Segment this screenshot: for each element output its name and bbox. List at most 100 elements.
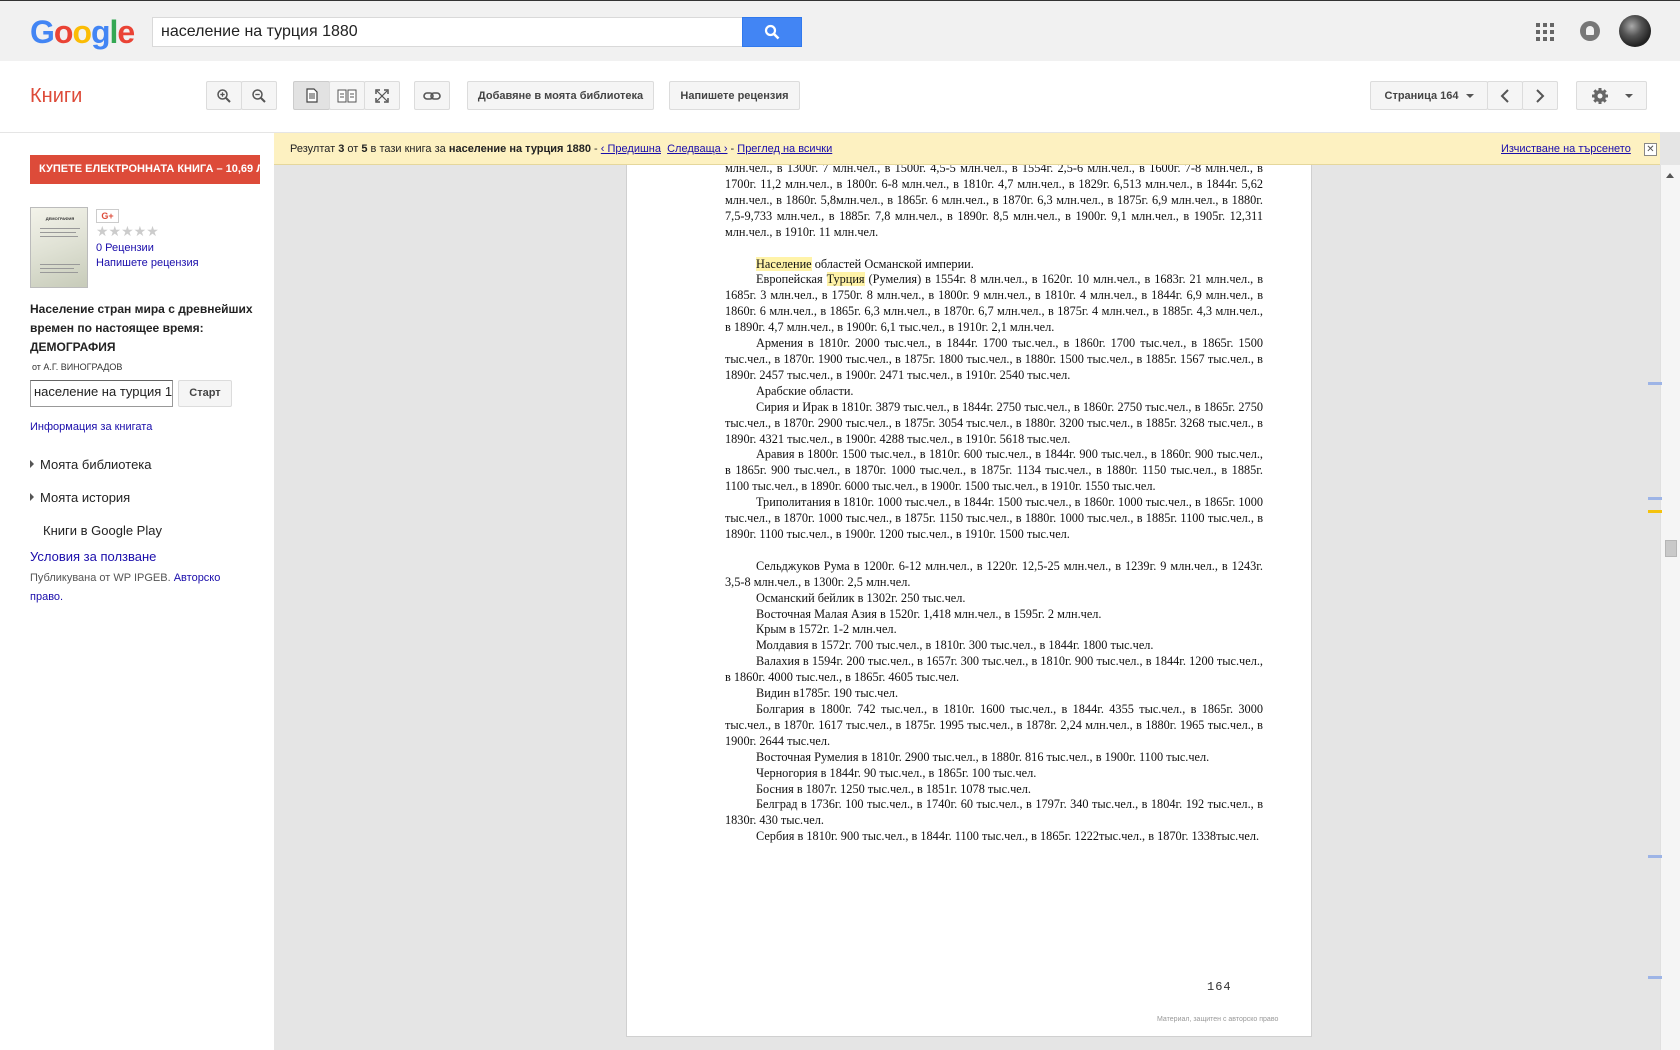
logo-letter: o [72, 14, 92, 50]
page-paragraph: Видин в1785г. 190 тыс.чел. [756, 686, 899, 701]
start-search-button[interactable]: Старт [178, 380, 232, 407]
search-hit-marker[interactable] [1648, 497, 1662, 500]
book-viewer: млн.чел., в 1300г. 7 млн.чел., в 1500г. … [274, 133, 1680, 1050]
page-paragraph: Сирия и Ирак в 1810г. 3879 тыс.чел., в 1… [725, 399, 1263, 446]
vertical-scrollbar[interactable] [1660, 165, 1680, 1050]
search-hit-marker[interactable] [1648, 382, 1662, 385]
prev-page-icon [1500, 88, 1509, 103]
clear-search-link[interactable]: Изчистване на търсенето [1501, 143, 1631, 155]
write-review-link[interactable]: Напишете рецензия [96, 257, 199, 269]
search-highlight: Население [756, 256, 812, 271]
bell-icon[interactable] [1580, 21, 1600, 41]
two-page-view-button[interactable] [329, 81, 365, 110]
search-hit-marker[interactable] [1648, 855, 1662, 858]
page-paragraph: Триполитания в 1810г. 1000 тыс.чел., в 1… [725, 495, 1263, 541]
page-paragraph: Аравия в 1800г. 1500 тыс.чел., в 1810г. … [725, 447, 1263, 494]
search-result-bar: Резултат 3 от 5 в тази книга за населени… [274, 133, 1660, 165]
settings-button[interactable] [1576, 81, 1647, 110]
separator: - [591, 143, 601, 155]
result-prefix: Резултат [290, 143, 339, 155]
search-button[interactable] [742, 17, 802, 47]
write-review-button[interactable]: Напишете рецензия [669, 81, 800, 110]
page-paragraph: млн.чел., в 1300г. 7 млн.чел., в 1500г. … [725, 161, 1263, 239]
view-all-results-link[interactable]: Преглед на всички [737, 143, 832, 155]
prev-page-button[interactable] [1487, 81, 1523, 110]
fullscreen-button[interactable] [364, 81, 400, 110]
zoom-in-button[interactable] [206, 81, 242, 110]
google-plus-button[interactable]: G+ [96, 209, 119, 223]
book-info-link[interactable]: Информация за книгата [30, 421, 152, 433]
page-paragraph: Черногория в 1844г. 90 тыс.чел., в 1865г… [756, 765, 1037, 780]
scroll-up-arrow-icon[interactable] [1666, 173, 1674, 178]
in-book-search-input[interactable]: население на турция 1880 [30, 380, 173, 407]
link-icon [423, 91, 441, 100]
books-toolbar: Книги Добавяне в моята библиотека Напише… [0, 61, 1680, 133]
section-title[interactable]: Книги [30, 85, 82, 108]
current-search-hit-marker[interactable] [1648, 510, 1662, 513]
page-paragraph: Белград в 1736г. 100 тыс.чел., в 1740г. … [725, 797, 1263, 828]
search-input[interactable]: население на турция 1880 [152, 17, 743, 47]
google-logo[interactable]: Google [30, 14, 135, 51]
zoom-out-button[interactable] [241, 81, 277, 110]
sidebar-item-google-play-books[interactable]: Книги в Google Play [43, 523, 162, 538]
sidebar-item-my-library[interactable]: Моята библиотека [30, 457, 152, 472]
triangle-right-icon [30, 460, 34, 468]
page-selector[interactable]: Страница 164 [1370, 81, 1488, 110]
fullscreen-icon [375, 88, 389, 103]
single-page-view-button[interactable] [293, 81, 330, 110]
result-of: от [344, 143, 362, 155]
paragraph-text: областей Османской империи. [811, 256, 974, 271]
page-paragraph: Сербия в 1810г. 900 тыс.чел., в 1844г. 1… [756, 829, 1260, 844]
reviews-count-link[interactable]: 0 Рецензии [96, 242, 154, 254]
page-paragraph: Европейская Турция (Румелия) в 1554г. 8 … [725, 272, 1263, 336]
result-middle: в тази книга за [367, 143, 449, 155]
add-to-library-button[interactable]: Добавяне в моята библиотека [467, 81, 654, 110]
next-page-button[interactable] [1522, 81, 1558, 110]
zoom-in-icon [217, 88, 231, 103]
page-number: 164 [1207, 980, 1232, 994]
page-paragraph: Арабские области. [756, 383, 854, 398]
page-paragraph: Армения в 1810г. 2000 тыс.чел., в 1844г.… [725, 336, 1263, 382]
search-icon [764, 24, 780, 40]
logo-letter: o [53, 14, 74, 50]
chevron-down-icon [1624, 93, 1633, 98]
close-icon[interactable]: ✕ [1644, 143, 1657, 156]
sidebar-item-my-history[interactable]: Моята история [30, 490, 130, 505]
next-result-link[interactable]: Следваща › [667, 143, 727, 155]
scrollbar-thumb[interactable] [1665, 540, 1677, 557]
top-bar: Google население на турция 1880 [0, 0, 1680, 61]
book-author: от А.Г. ВИНОГРАДОВ [32, 362, 123, 372]
page-text: млн.чел., в 1300г. 7 млн.чел., в 1500г. … [725, 161, 1263, 845]
page-paragraph: Босния в 1807г. 1250 тыс.чел., в 1851г. … [756, 781, 1031, 796]
chevron-down-icon [1465, 93, 1474, 98]
two-page-icon [337, 89, 357, 102]
page-paragraph: Восточная Малая Азия в 1520г. 1,418 млн.… [756, 606, 1102, 621]
page-paragraph: Население областей Османской империи. [725, 256, 1263, 273]
page-paragraph: Крым в 1572г. 1-2 млн.чел. [756, 622, 897, 637]
search-hit-marker[interactable] [1648, 976, 1662, 979]
left-sidebar: КУПЕТЕ ЕЛЕКТРОННАТА КНИГА – 10,69 ЛВ. ДЕ… [0, 133, 274, 1050]
page-paragraph: Восточная Румелия в 1810г. 2900 тыс.чел.… [756, 749, 1210, 764]
rating-stars[interactable]: ★★★★★ [96, 223, 159, 240]
terms-link[interactable]: Условия за ползване [30, 549, 156, 564]
link-button[interactable] [414, 81, 450, 110]
search-highlight: Турция [826, 272, 865, 287]
triangle-right-icon [30, 493, 34, 501]
logo-letter: l [109, 14, 119, 50]
buy-ebook-button[interactable]: КУПЕТЕ ЕЛЕКТРОННАТА КНИГА – 10,69 ЛВ. [30, 155, 260, 184]
separator: - [727, 143, 738, 155]
sidebar-item-label: Книги в Google Play [43, 523, 162, 538]
logo-letter: G [30, 14, 55, 50]
page-paragraph: Болгария в 1800г. 742 тыс.чел., в 1810г.… [725, 702, 1263, 748]
cover-title: ДЕМОГРАФИЯ [45, 216, 75, 221]
avatar[interactable] [1619, 15, 1651, 47]
zoom-out-icon [252, 88, 266, 103]
settings-icon [1591, 87, 1608, 104]
apps-grid-icon[interactable] [1536, 23, 1554, 41]
prev-result-link[interactable]: ‹ Предишна [601, 143, 661, 155]
publisher-text: Публикувана от WP IPGEB. [30, 572, 174, 584]
result-query: население на турция 1880 [448, 143, 591, 155]
logo-letter: g [90, 14, 111, 50]
next-page-icon [1536, 88, 1545, 103]
book-cover[interactable]: ДЕМОГРАФИЯ [30, 207, 88, 288]
